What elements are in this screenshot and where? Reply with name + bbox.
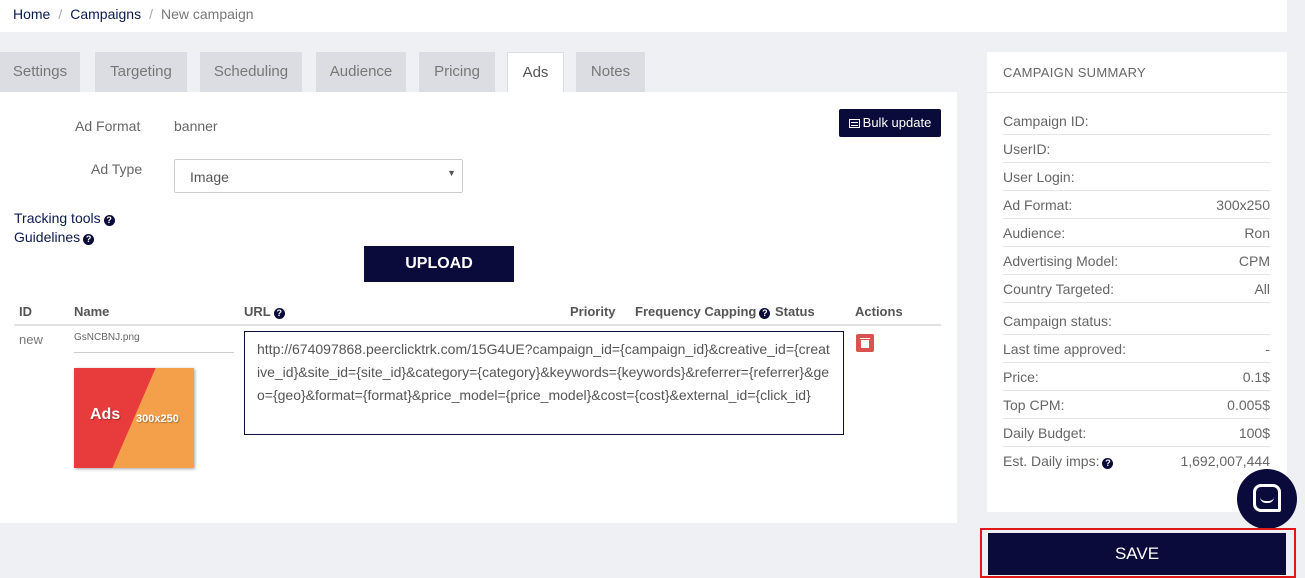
tab-notes[interactable]: Notes (576, 52, 645, 92)
tab-scheduling[interactable]: Scheduling (200, 52, 302, 92)
bulk-update-button[interactable]: Bulk update (839, 109, 941, 137)
summary-value: 0.005$ (1227, 397, 1270, 413)
question-circle-icon[interactable]: ? (273, 308, 285, 319)
summary-value: 1,692,007,444 (1180, 453, 1270, 469)
ad-url-textarea[interactable]: http://674097868.peerclicktrk.com/15G4UE… (244, 331, 844, 435)
summary-key: Last time approved: (1003, 341, 1126, 357)
summary-key: Country Targeted: (1003, 281, 1115, 297)
save-button-highlight: SAVE (980, 528, 1296, 578)
breadcrumb-home-link[interactable]: Home (13, 6, 50, 22)
ad-format-value: banner (174, 118, 218, 134)
summary-key: Advertising Model: (1003, 253, 1119, 269)
summary-value: - (1265, 341, 1270, 357)
top-bar: Home / Campaigns / New campaign (0, 0, 1287, 32)
name-underline (74, 352, 234, 353)
summary-row-daily-budget: Daily Budget: 100$ (1003, 419, 1270, 447)
save-button[interactable]: SAVE (988, 533, 1286, 575)
summary-row-audience: Audience: Ron (1003, 219, 1270, 247)
breadcrumb-current: New campaign (160, 6, 254, 22)
guidelines-link[interactable]: Guidelines? (14, 229, 95, 245)
question-circle-icon[interactable]: ? (1102, 458, 1114, 469)
ad-type-select[interactable]: Image ▼ (174, 159, 463, 193)
chevron-down-icon: ▼ (447, 168, 456, 178)
column-header-name: Name (74, 304, 110, 319)
chat-widget-button[interactable] (1237, 469, 1297, 529)
question-circle-icon[interactable]: ? (83, 234, 95, 245)
table-header-divider (14, 324, 941, 326)
summary-row-campaign-id: Campaign ID: (1003, 107, 1270, 135)
summary-key: Top CPM: (1003, 397, 1065, 413)
tab-settings[interactable]: Settings (0, 52, 80, 92)
tab-pricing[interactable]: Pricing (419, 52, 495, 92)
upload-button[interactable]: UPLOAD (364, 246, 514, 282)
tab-ads[interactable]: Ads (507, 52, 564, 93)
column-header-frequency-capping: Frequency Capping? (635, 304, 771, 319)
column-header-frequency-capping-label: Frequency Capping (635, 304, 757, 319)
list-icon (848, 119, 860, 128)
column-header-actions: Actions (855, 304, 903, 319)
summary-row-last-approved: Last time approved: - (1003, 335, 1270, 363)
ad-type-selected-value: Image (190, 169, 229, 185)
column-header-status: Status (775, 304, 815, 319)
summary-row-user-login: User Login: (1003, 163, 1270, 191)
ad-format-label: Ad Format (75, 118, 141, 134)
breadcrumb-separator: / (149, 6, 153, 22)
summary-value: Ron (1244, 225, 1270, 241)
row-filename: GsNCBNJ.png (74, 332, 140, 343)
summary-value: 100$ (1238, 425, 1270, 441)
summary-key: Campaign status: (1003, 313, 1112, 329)
summary-row-price: Price: 0.1$ (1003, 363, 1270, 391)
summary-key: Price: (1003, 369, 1039, 385)
summary-key: Est. Daily imps:? (1003, 453, 1114, 469)
summary-row-country-targeted: Country Targeted: All (1003, 275, 1270, 303)
summary-value: 0.1$ (1242, 369, 1270, 385)
campaign-summary-title: CAMPAIGN SUMMARY (1003, 65, 1147, 80)
summary-key-label: Est. Daily imps: (1003, 453, 1100, 469)
ad-thumbnail: Ads 300x250 (74, 368, 194, 468)
question-circle-icon[interactable]: ? (103, 215, 115, 226)
tracking-tools-label: Tracking tools (14, 210, 101, 226)
campaign-summary-panel: CAMPAIGN SUMMARY Campaign ID: UserID: Us… (987, 52, 1287, 512)
summary-key: UserID: (1003, 141, 1051, 157)
summary-key: Ad Format: (1003, 197, 1073, 213)
summary-value: All (1254, 281, 1270, 297)
breadcrumb-campaigns-link[interactable]: Campaigns (70, 6, 141, 22)
summary-row-advertising-model: Advertising Model: CPM (1003, 247, 1270, 275)
summary-title-divider (987, 92, 1287, 93)
column-header-url-label: URL (244, 304, 271, 319)
column-header-priority: Priority (570, 304, 616, 319)
breadcrumb: Home / Campaigns / New campaign (13, 6, 254, 22)
summary-row-campaign-status: Campaign status: (1003, 307, 1270, 335)
guidelines-label: Guidelines (14, 229, 81, 245)
summary-key: Daily Budget: (1003, 425, 1087, 441)
breadcrumb-separator: / (58, 6, 63, 22)
summary-key: Campaign ID: (1003, 113, 1089, 129)
column-header-url: URL? (244, 304, 285, 319)
row-id: new (19, 332, 43, 347)
thumbnail-ads-text: Ads (90, 406, 121, 423)
thumbnail-size-text: 300x250 (136, 413, 179, 425)
summary-value: 300x250 (1216, 197, 1270, 213)
summary-key: User Login: (1003, 169, 1075, 185)
summary-row-user-id: UserID: (1003, 135, 1270, 163)
summary-key: Audience: (1003, 225, 1066, 241)
trash-icon[interactable] (856, 334, 874, 352)
bulk-update-label: Bulk update (862, 115, 932, 130)
ad-type-label: Ad Type (91, 161, 143, 177)
column-header-id: ID (19, 304, 32, 319)
tab-targeting[interactable]: Targeting (95, 52, 187, 92)
question-circle-icon[interactable]: ? (759, 308, 771, 319)
summary-row-ad-format: Ad Format: 300x250 (1003, 191, 1270, 219)
tracking-tools-link[interactable]: Tracking tools? (14, 210, 115, 226)
tab-audience[interactable]: Audience (316, 52, 406, 92)
summary-row-top-cpm: Top CPM: 0.005$ (1003, 391, 1270, 419)
summary-value: CPM (1238, 253, 1270, 269)
summary-row-est-daily-imps: Est. Daily imps:? 1,692,007,444 (1003, 447, 1270, 475)
